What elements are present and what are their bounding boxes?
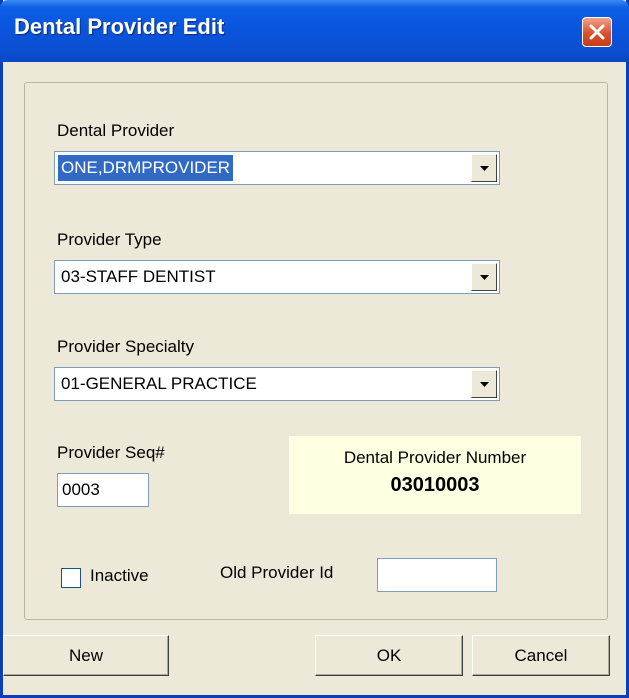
title-bar[interactable]: Dental Provider Edit bbox=[0, 0, 629, 62]
provider-type-label: Provider Type bbox=[57, 230, 162, 249]
provider-type-dropdown-button[interactable] bbox=[471, 263, 497, 291]
chevron-down-icon bbox=[480, 382, 489, 387]
cancel-button[interactable]: Cancel bbox=[472, 635, 610, 676]
dental-provider-number-panel: Dental Provider Number 03010003 bbox=[289, 436, 581, 514]
chevron-down-icon bbox=[480, 275, 489, 280]
close-icon bbox=[589, 24, 605, 40]
ok-button[interactable]: OK bbox=[315, 635, 463, 676]
new-button[interactable]: New bbox=[3, 635, 169, 676]
inactive-label: Inactive bbox=[90, 566, 149, 585]
close-button[interactable] bbox=[582, 17, 612, 47]
provider-seq-label: Provider Seq# bbox=[57, 443, 165, 462]
provider-groupbox: Dental Provider ONE,DRMPROVIDER Provider… bbox=[24, 82, 608, 620]
provider-type-dropdown[interactable]: 03-STAFF DENTIST bbox=[54, 260, 500, 294]
window-title: Dental Provider Edit bbox=[14, 14, 225, 39]
provider-specialty-label: Provider Specialty bbox=[57, 337, 195, 356]
provider-specialty-dropdown-button[interactable] bbox=[471, 370, 497, 398]
dental-provider-value: ONE,DRMPROVIDER bbox=[58, 155, 234, 181]
dialog-window: Dental Provider Edit Dental Provider ONE… bbox=[0, 0, 629, 698]
old-provider-id-input[interactable] bbox=[377, 558, 497, 592]
dental-provider-label: Dental Provider bbox=[57, 121, 175, 140]
chevron-down-icon bbox=[480, 166, 489, 171]
dental-provider-number-value: 03010003 bbox=[390, 474, 480, 496]
dental-provider-number-label: Dental Provider Number bbox=[343, 448, 527, 467]
provider-type-value: 03-STAFF DENTIST bbox=[61, 267, 216, 286]
dental-provider-dropdown-button[interactable] bbox=[471, 154, 497, 182]
inactive-checkbox[interactable] bbox=[61, 568, 81, 588]
provider-specialty-dropdown[interactable]: 01-GENERAL PRACTICE bbox=[54, 367, 500, 401]
provider-seq-input[interactable]: 0003 bbox=[57, 473, 149, 507]
provider-specialty-value: 01-GENERAL PRACTICE bbox=[61, 374, 257, 393]
old-provider-id-label: Old Provider Id bbox=[220, 563, 334, 582]
dental-provider-dropdown[interactable]: ONE,DRMPROVIDER bbox=[54, 151, 500, 185]
